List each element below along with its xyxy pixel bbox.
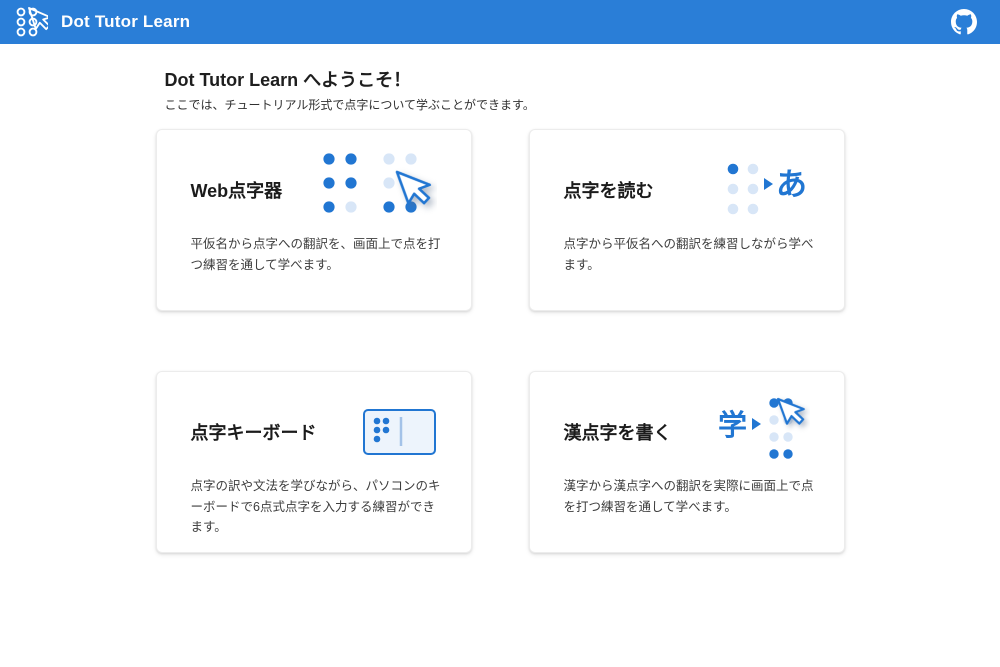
hiragana-char: あ — [776, 167, 807, 202]
card-web-braille-writer[interactable]: Web点字器 平仮名から点字への翻訳を、画面上で点を打つ練習を通して学 — [156, 129, 472, 311]
page-subtitle: ここでは、チュートリアル形式で点字について学ぶことができます。 — [165, 96, 845, 113]
card-head: 漢点字を書く 学 — [564, 392, 810, 472]
braille-input-field-icon — [363, 408, 437, 456]
card-read-braille[interactable]: 点字を読む あ 点字から平仮名への翻訳を練習しながら学べます。 — [529, 129, 845, 311]
card-title: 漢点字を書く — [564, 419, 672, 445]
kanji-to-kantenji-icon: 学 — [718, 395, 810, 469]
page-title: Dot Tutor Learn へようこそ！ — [165, 66, 845, 92]
github-icon — [951, 9, 977, 35]
card-head: Web点字器 — [191, 150, 437, 230]
cursor-arrow-icon — [778, 395, 808, 428]
tutorial-card-grid: Web点字器 平仮名から点字への翻訳を、画面上で点を打つ練習を通して学 — [156, 129, 845, 553]
app-logo-icon — [14, 4, 48, 40]
card-description: 点字から平仮名への翻訳を練習しながら学べます。 — [564, 234, 816, 275]
arrow-right-icon — [764, 178, 773, 190]
app-header: Dot Tutor Learn — [0, 0, 1000, 44]
github-button[interactable] — [950, 8, 978, 36]
card-title: Web点字器 — [191, 177, 283, 203]
main-content: Dot Tutor Learn へようこそ！ ここでは、チュートリアル形式で点字… — [156, 66, 845, 553]
card-description: 平仮名から点字への翻訳を、画面上で点を打つ練習を通して学べます。 — [191, 234, 443, 275]
braille-cells-cursor-icon — [321, 151, 437, 229]
braille-to-hiragana-icon: あ — [726, 161, 810, 219]
card-title: 点字を読む — [564, 177, 654, 203]
card-head: 点字キーボード — [191, 392, 437, 472]
card-description: 漢字から漢点字への翻訳を実際に画面上で点を打つ練習を通して学べます。 — [564, 476, 816, 517]
app-title: Dot Tutor Learn — [61, 12, 190, 32]
arrow-right-icon — [752, 418, 761, 430]
card-braille-keyboard[interactable]: 点字キーボード 点字の訳や文法を学びながら、パソコンのキーボードで6点式点字を入… — [156, 371, 472, 553]
cursor-arrow-icon — [397, 163, 435, 208]
card-description: 点字の訳や文法を学びながら、パソコンのキーボードで6点式点字を入力する練習ができ… — [191, 476, 443, 538]
card-title: 点字キーボード — [191, 419, 317, 445]
kanji-char: 学 — [718, 408, 747, 442]
card-write-kantenji[interactable]: 漢点字を書く 学 漢字から漢点字への翻訳を実際に画面上で点を打つ練習を通して学べ… — [529, 371, 845, 553]
card-head: 点字を読む あ — [564, 150, 810, 230]
